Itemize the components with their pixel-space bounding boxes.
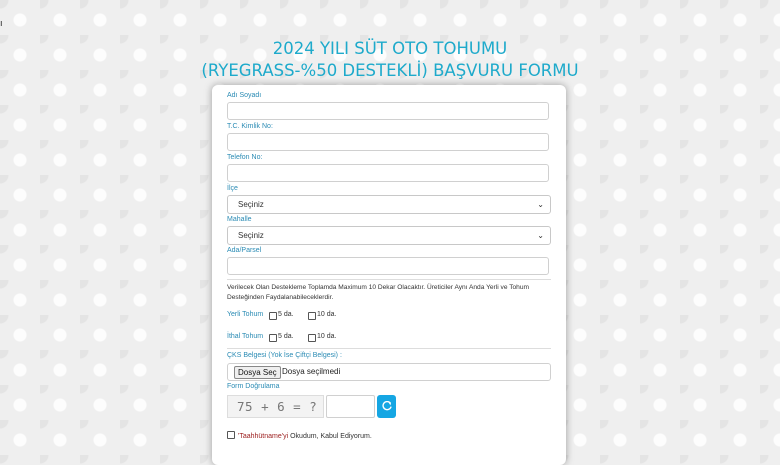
neighborhood-select[interactable]: Seçiniz ⌄ (227, 226, 551, 245)
district-select[interactable]: Seçiniz ⌄ (227, 195, 551, 214)
import-seed-5-checkbox[interactable] (269, 334, 277, 342)
phone-input[interactable] (227, 164, 549, 182)
refresh-icon (381, 400, 392, 411)
divider (227, 279, 551, 280)
page-title: 2024 YILI SÜT OTO TOHUMU (RYEGRASS-%50 D… (0, 38, 780, 82)
local-seed-10-label: 10 da. (317, 311, 337, 318)
consent-link[interactable]: 'Taahhütname'yi (238, 433, 288, 440)
captcha-input[interactable] (326, 395, 375, 418)
title-line-1: 2024 YILI SÜT OTO TOHUMU (272, 39, 508, 58)
consent-checkbox[interactable] (227, 431, 235, 439)
application-form: Adı Soyadı T.C. Kimlik No: Telefon No: İ… (212, 85, 566, 465)
local-seed-10-checkbox[interactable] (308, 312, 316, 320)
local-seed-5-checkbox[interactable] (269, 312, 277, 320)
refresh-captcha-button[interactable] (377, 395, 396, 418)
neighborhood-label: Mahalle (227, 216, 252, 223)
cks-label: ÇKS Belgesi (Yok İse Çiftçi Belgesi) : (227, 352, 342, 359)
import-seed-5-label: 5 da. (278, 333, 294, 340)
import-seed-10-label: 10 da. (317, 333, 337, 340)
tc-input[interactable] (227, 133, 549, 151)
district-select-value: Seçiniz (238, 200, 264, 209)
district-label: İlçe (227, 185, 238, 192)
name-label: Adı Soyadı (227, 92, 262, 99)
name-input[interactable] (227, 102, 549, 120)
import-seed-label: İthal Tohum (227, 333, 264, 340)
chevron-down-icon: ⌄ (537, 231, 544, 240)
divider (227, 348, 551, 349)
captcha-image: 75 + 6 = ? (227, 395, 324, 418)
import-seed-10-checkbox[interactable] (308, 334, 316, 342)
title-line-2: (RYEGRASS-%50 DESTEKLİ) BAŞVURU FORMU (201, 61, 579, 80)
consent-row: 'Taahhütname'yi Okudum, Kabul Ediyorum. (227, 431, 372, 440)
support-info-text: Verilecek Olan Destekleme Toplamda Maxim… (227, 284, 529, 301)
local-seed-row: Yerli Tohum 5 da. 10 da. (227, 311, 357, 321)
consent-text: Okudum, Kabul Ediyorum. (288, 433, 372, 440)
parcel-label: Ada/Parsel (227, 247, 262, 254)
parcel-input[interactable] (227, 257, 549, 275)
captcha-label: Form Doğrulama (227, 383, 280, 390)
import-seed-row: İthal Tohum 5 da. 10 da. (227, 333, 357, 343)
local-seed-label: Yerli Tohum (227, 311, 264, 318)
phone-label: Telefon No: (227, 154, 263, 161)
file-status: Dosya seçilmedi (282, 367, 341, 376)
chevron-down-icon: ⌄ (537, 200, 544, 209)
choose-file-button[interactable]: Dosya Seç (234, 366, 281, 379)
cks-file-input[interactable]: Dosya Seç Dosya seçilmedi (227, 363, 551, 381)
neighborhood-select-value: Seçiniz (238, 231, 264, 240)
local-seed-5-label: 5 da. (278, 311, 294, 318)
tc-label: T.C. Kimlik No: (227, 123, 273, 130)
corner-mark: ı (0, 18, 3, 28)
